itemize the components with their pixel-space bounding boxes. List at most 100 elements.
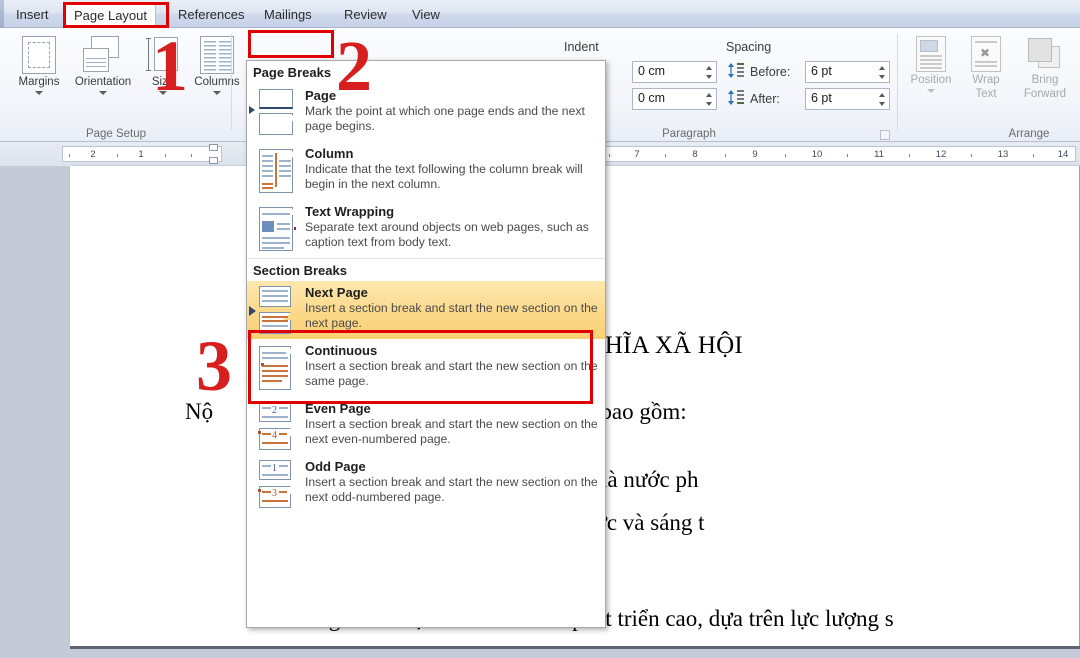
text-wrapping-break-icon <box>257 205 297 253</box>
ribbon-group-arrange: Position ✖ Wrap Text Bring Forward Arran… <box>898 28 1080 142</box>
paragraph-dialog-launcher[interactable] <box>880 130 890 140</box>
indent-right-stepper-down[interactable] <box>706 102 712 106</box>
indent-right-stepper-up[interactable] <box>706 93 712 97</box>
spacing-before-value: 6 pt <box>811 64 832 78</box>
columns-chevron-down-icon[interactable] <box>213 91 221 95</box>
menu-item-text-wrapping[interactable]: Text Wrapping Separate text around objec… <box>247 200 605 258</box>
spacing-before-label: Before: <box>750 65 791 79</box>
ruler-number: 9 <box>752 149 758 160</box>
wrap-text-label-1: Wrap <box>972 74 1000 86</box>
tab-insert[interactable]: Insert <box>8 3 57 27</box>
orientation-chevron-down-icon[interactable] <box>99 91 107 95</box>
odd-page-section-break-icon: 1 3 <box>257 460 297 508</box>
ruler-number: 8 <box>692 149 698 160</box>
menu-item-next-page-desc: Insert a section break and start the new… <box>305 301 598 330</box>
ribbon-group-paragraph: Indent Spacing Left: 0 cm Right: 0 cm <box>560 28 898 142</box>
bring-forward-label-1: Bring <box>1031 74 1059 86</box>
orientation-label: Orientation <box>74 76 132 88</box>
menu-header-section-breaks: Section Breaks <box>247 258 605 281</box>
indent-right-field[interactable]: 0 cm <box>632 88 717 110</box>
spacing-before-stepper-down[interactable] <box>879 75 885 79</box>
orientation-button[interactable]: Orientation <box>68 36 138 95</box>
page-bottom-edge <box>70 646 1080 649</box>
spacing-group-label: Spacing <box>726 40 772 54</box>
tab-page-layout[interactable]: Page Layout <box>65 3 157 27</box>
position-label: Position <box>910 74 952 86</box>
spacing-after-icon <box>728 90 744 112</box>
ruler-number: 12 <box>935 149 947 160</box>
spacing-after-value: 6 pt <box>811 91 832 105</box>
group-divider <box>231 34 232 130</box>
menu-item-column[interactable]: Column Indicate that the text following … <box>247 142 605 200</box>
orientation-icon <box>83 36 123 74</box>
menu-item-even-page[interactable]: 2 4 Even Page Insert a section break and… <box>247 397 605 455</box>
position-chevron-down-icon[interactable] <box>927 89 935 93</box>
menu-item-next-page[interactable]: Next Page Insert a section break and sta… <box>247 281 605 339</box>
columns-label: Columns <box>194 76 240 88</box>
menu-item-continuous-desc: Insert a section break and start the new… <box>305 359 598 388</box>
ruler-left-segment[interactable]: 2 1 <box>62 146 222 162</box>
window-left-edge <box>0 0 4 28</box>
indent-left-value: 0 cm <box>638 64 666 78</box>
spacing-before-stepper-up[interactable] <box>879 66 885 70</box>
breaks-dropdown-menu[interactable]: Page Breaks Page Mark the point at which… <box>246 60 606 628</box>
spacing-after-label: After: <box>750 92 780 106</box>
menu-item-text-wrapping-desc: Separate text around objects on web page… <box>305 220 589 249</box>
annotation-number-2: 2 <box>336 26 372 106</box>
margins-button[interactable]: Margins <box>10 36 68 95</box>
position-icon <box>916 36 946 72</box>
menu-item-continuous-title: Continuous <box>305 343 378 358</box>
bring-forward-button[interactable]: Bring Forward <box>1012 36 1078 100</box>
column-break-icon <box>257 147 297 195</box>
left-indent-marker[interactable] <box>209 157 218 164</box>
menu-item-next-page-title: Next Page <box>305 285 368 300</box>
annotation-number-1: 1 <box>152 26 188 106</box>
bring-forward-label-2: Forward <box>1023 88 1067 100</box>
ruler-number: 11 <box>874 149 884 160</box>
margins-label: Margins <box>18 76 60 88</box>
indent-left-stepper-up[interactable] <box>706 66 712 70</box>
word-window: Insert Page Layout References Mailings R… <box>0 0 1080 658</box>
even-page-section-break-icon: 2 4 <box>257 402 297 450</box>
tab-references[interactable]: References <box>170 3 252 27</box>
spacing-after-stepper-down[interactable] <box>879 102 885 106</box>
margins-chevron-down-icon[interactable] <box>35 91 43 95</box>
ruler-number: 14 <box>1057 149 1069 160</box>
ribbon-tabbar: Insert Page Layout References Mailings R… <box>0 0 1080 28</box>
annotation-number-3: 3 <box>196 326 232 406</box>
position-button[interactable]: Position <box>902 36 960 93</box>
menu-item-odd-page[interactable]: 1 3 Odd Page Insert a section break and … <box>247 455 605 513</box>
columns-button[interactable]: Columns <box>188 36 246 95</box>
indent-group-label: Indent <box>564 40 599 54</box>
indent-left-stepper-down[interactable] <box>706 75 712 79</box>
tab-review[interactable]: Review <box>336 3 395 27</box>
arrange-group-label: Arrange <box>1008 128 1050 140</box>
wrap-text-button[interactable]: ✖ Wrap Text <box>960 36 1012 100</box>
ribbon-group-page-setup: Margins Orientation Size Columns Page Se… <box>0 28 240 142</box>
spacing-after-stepper-up[interactable] <box>879 93 885 97</box>
spacing-before-icon <box>728 63 744 85</box>
ruler-number: 1 <box>138 149 144 160</box>
selection-arrow-icon <box>249 306 256 316</box>
first-line-indent-marker[interactable] <box>209 144 218 151</box>
menu-item-column-desc: Indicate that the text following the col… <box>305 162 583 191</box>
spacing-before-field[interactable]: 6 pt <box>805 61 890 83</box>
tab-mailings[interactable]: Mailings <box>256 3 320 27</box>
menu-item-continuous[interactable]: Continuous Insert a section break and st… <box>247 339 605 397</box>
indent-left-field[interactable]: 0 cm <box>632 61 717 83</box>
page-break-icon <box>249 89 297 137</box>
next-page-section-break-icon <box>257 286 297 334</box>
ruler-right-segment[interactable]: 7 8 9 10 11 12 13 14 <box>600 146 1076 162</box>
ruler-number: 2 <box>90 149 96 160</box>
continuous-section-break-icon <box>257 344 297 392</box>
menu-item-page[interactable]: Page Mark the point at which one page en… <box>247 84 605 142</box>
indent-right-value: 0 cm <box>638 91 666 105</box>
wrap-text-icon: ✖ <box>971 36 1001 72</box>
menu-item-even-page-desc: Insert a section break and start the new… <box>305 417 598 446</box>
ruler-number: 7 <box>634 149 640 160</box>
tab-view[interactable]: View <box>404 3 448 27</box>
menu-item-text-wrapping-title: Text Wrapping <box>305 204 395 219</box>
spacing-after-field[interactable]: 6 pt <box>805 88 890 110</box>
wrap-text-label-2: Text <box>975 88 997 100</box>
menu-item-column-title: Column <box>305 146 354 161</box>
